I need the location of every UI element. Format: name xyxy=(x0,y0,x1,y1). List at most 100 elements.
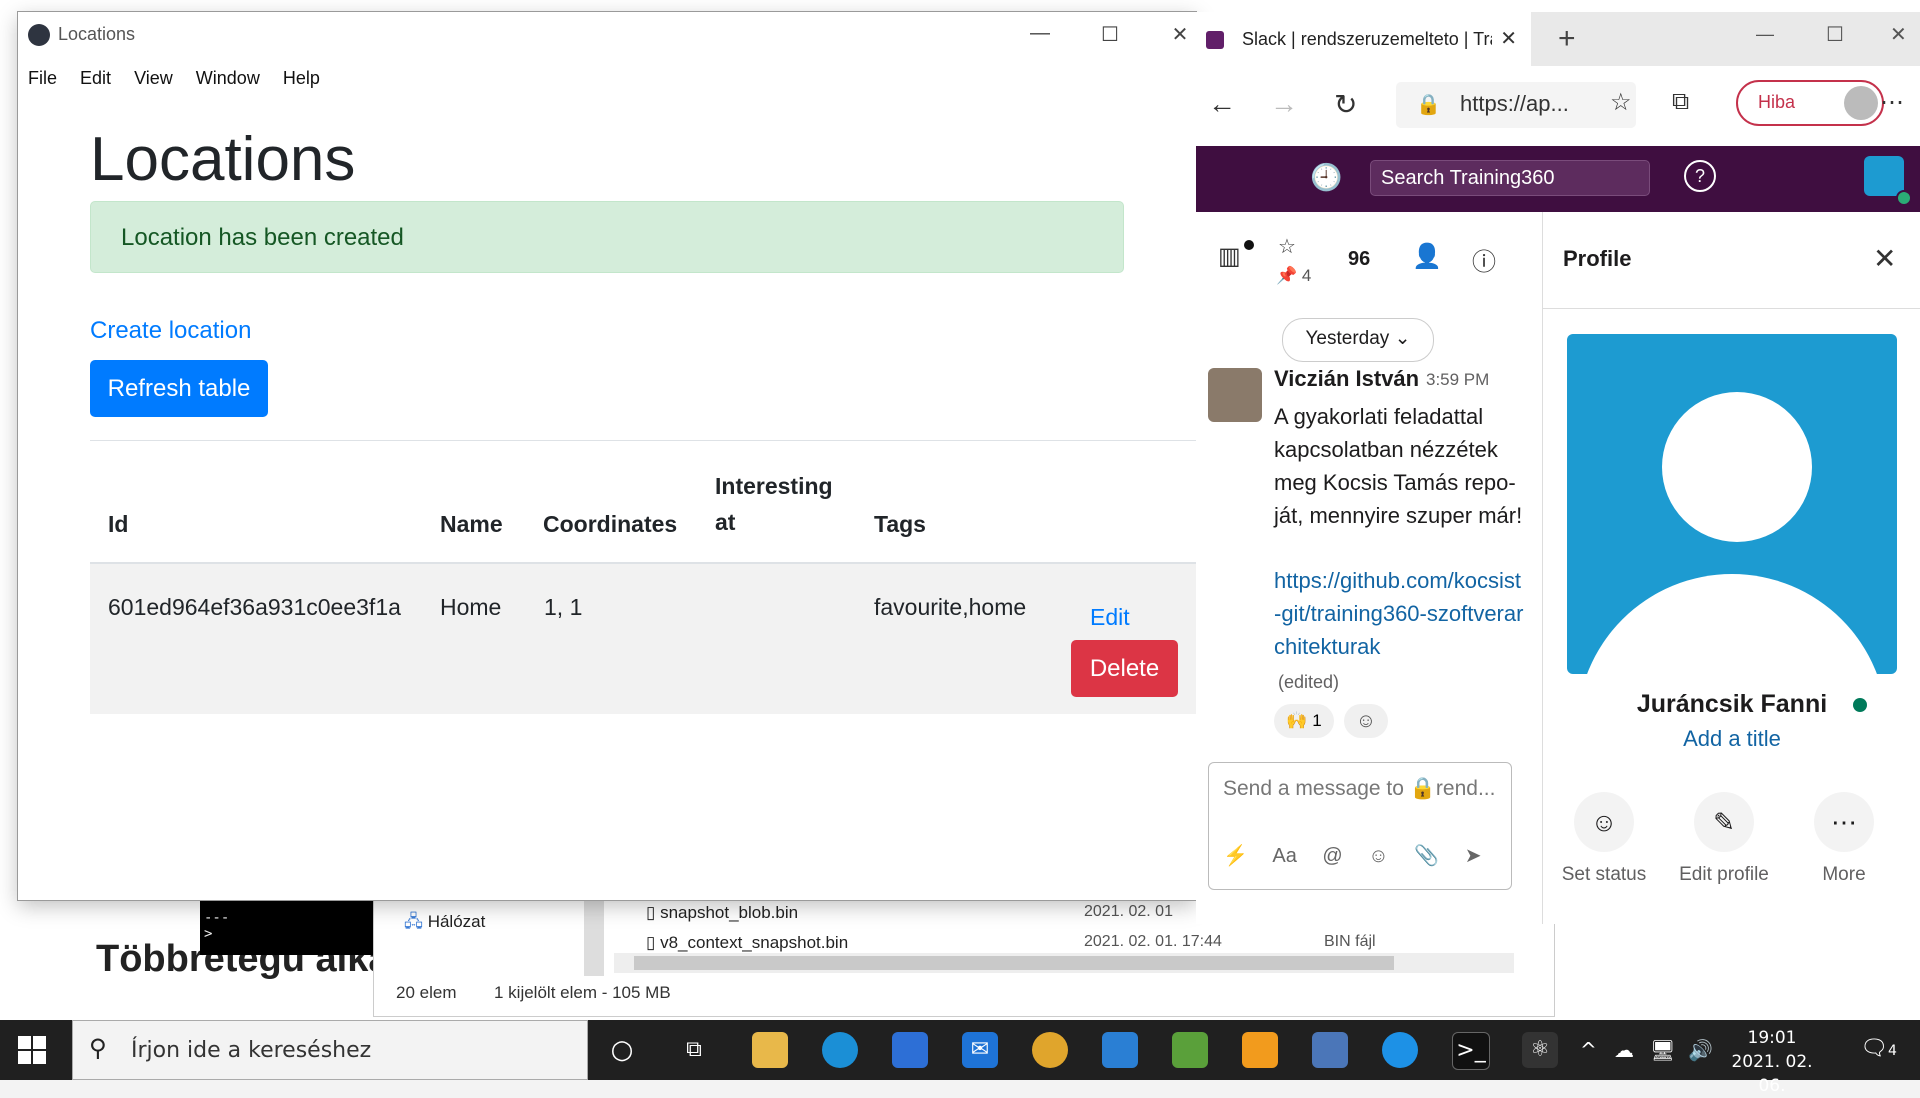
attach-icon[interactable]: 📎 xyxy=(1414,845,1439,867)
docker-icon[interactable] xyxy=(1382,1032,1418,1068)
virtualbox-icon[interactable] xyxy=(1242,1032,1278,1068)
pins-indicator[interactable]: 📌 4 xyxy=(1276,266,1311,286)
windows-start-icon[interactable] xyxy=(18,1036,46,1064)
tab-slack[interactable]: Slack | rendszeruzemelteto | Training360… xyxy=(1196,12,1531,66)
message-link[interactable]: https://github.com/kocsist-git/training3… xyxy=(1274,564,1524,663)
taskbar-search[interactable]: ⚲ Írjon ide a kereséshez xyxy=(72,1020,588,1080)
taskbar: ⚲ Írjon ide a kereséshez ○ ⧉ ✉ >_ ⚛ ^ ☁ … xyxy=(0,1020,1920,1096)
file-explorer-icon[interactable] xyxy=(752,1032,788,1068)
store-icon[interactable] xyxy=(892,1032,928,1068)
task-view-icon[interactable]: ⧉ xyxy=(676,1032,712,1068)
close-icon[interactable]: ✕ xyxy=(1873,242,1896,275)
user-avatar[interactable] xyxy=(1864,156,1904,196)
clock-date: 2021. 02. 06. xyxy=(1731,1052,1813,1096)
network-status-icon[interactable]: 🖥 xyxy=(1650,1038,1675,1062)
new-tab-icon[interactable]: + xyxy=(1558,22,1576,56)
canvas-icon[interactable]: ▥ xyxy=(1218,242,1241,271)
cortana-icon[interactable]: ○ xyxy=(604,1032,640,1068)
close-button[interactable]: ✕ xyxy=(1160,22,1200,47)
refresh-icon[interactable]: ↻ xyxy=(1334,88,1357,121)
browser-menu-icon[interactable]: ⋯ xyxy=(1880,88,1904,117)
clock[interactable]: 19:01 2021. 02. 06. xyxy=(1722,1026,1822,1098)
profile-photo[interactable] xyxy=(1567,334,1897,674)
minimize-button[interactable]: — xyxy=(1020,22,1060,45)
network-app-icon[interactable] xyxy=(1312,1032,1348,1068)
column-header-interesting-at-line2: at xyxy=(715,509,736,535)
back-icon[interactable]: ← xyxy=(1208,88,1236,120)
create-location-link[interactable]: Create location xyxy=(90,317,251,345)
address-bar[interactable]: 🔒 https://ap... xyxy=(1396,82,1636,128)
url-text: https://ap... xyxy=(1460,91,1569,116)
horizontal-scrollbar[interactable] xyxy=(614,953,1514,973)
profile-badge-label: Hiba xyxy=(1758,92,1796,112)
add-title-link[interactable]: Add a title xyxy=(1543,726,1920,752)
delete-button[interactable]: Delete xyxy=(1071,640,1178,697)
maximize-button[interactable]: ☐ xyxy=(1090,22,1130,47)
terminal-line: --- xyxy=(204,910,230,926)
status-selection: 1 kijelölt elem - 105 MB xyxy=(494,983,671,1002)
profile-panel-title: Profile xyxy=(1563,246,1632,271)
history-icon[interactable]: 🕘 xyxy=(1310,162,1342,193)
avatar-body-shape xyxy=(1577,574,1887,674)
nav-item-network[interactable]: 🖧 Hálózat xyxy=(404,909,485,938)
file-row[interactable]: ▯ v8_context_snapshot.bin xyxy=(646,933,848,953)
tray-chevron-icon[interactable]: ^ xyxy=(1580,1038,1597,1062)
emoji-icon[interactable]: ☺ xyxy=(1368,845,1388,867)
more-action[interactable]: ⋯ More xyxy=(1789,792,1899,886)
message-author[interactable]: Viczián István xyxy=(1274,366,1419,392)
message-composer[interactable]: Send a message to 🔒rend... ⚡ Aa @ ☺ 📎 ➤ xyxy=(1208,762,1512,890)
member-count[interactable]: 96 xyxy=(1348,248,1370,271)
menu-edit[interactable]: Edit xyxy=(80,68,111,89)
add-member-icon[interactable]: 👤 xyxy=(1412,242,1442,271)
browser-maximize-icon[interactable]: ☐ xyxy=(1826,22,1844,47)
file-row[interactable]: ▯ snapshot_blob.bin xyxy=(646,903,798,923)
set-status-action[interactable]: ☺ Set status xyxy=(1549,792,1659,886)
menu-help[interactable]: Help xyxy=(283,68,320,89)
app-titlebar[interactable]: Locations — ☐ ✕ xyxy=(18,12,1196,58)
message-author-avatar[interactable] xyxy=(1208,368,1262,422)
mail-icon[interactable]: ✉ xyxy=(962,1032,998,1068)
app-icon[interactable] xyxy=(1172,1032,1208,1068)
profile-error-badge[interactable]: Hiba xyxy=(1736,80,1884,126)
file-type: BIN fájl xyxy=(1324,933,1376,950)
mention-icon[interactable]: @ xyxy=(1322,845,1342,867)
channel-info-icon[interactable]: ⓘ xyxy=(1472,242,1496,277)
vscode-icon[interactable] xyxy=(1102,1032,1138,1068)
refresh-table-button[interactable]: Refresh table xyxy=(90,360,268,417)
volume-icon[interactable]: 🔊 xyxy=(1688,1038,1713,1062)
edit-profile-action[interactable]: ✎ Edit profile xyxy=(1669,792,1779,886)
shortcuts-icon[interactable]: ⚡ xyxy=(1223,845,1248,867)
pins-count: 4 xyxy=(1301,266,1312,285)
reaction-count: 1 xyxy=(1312,711,1322,730)
menu-file[interactable]: File xyxy=(28,68,57,89)
notification-center-icon[interactable]: 🗨4 xyxy=(1860,1036,1897,1061)
page-title: Locations xyxy=(90,125,356,194)
table-divider xyxy=(90,440,1196,441)
browser-close-icon[interactable]: ✕ xyxy=(1890,22,1907,47)
edge-icon[interactable] xyxy=(822,1032,858,1068)
chrome-icon[interactable] xyxy=(1032,1032,1068,1068)
column-header-name: Name xyxy=(440,511,503,537)
add-reaction-icon[interactable]: ☺ xyxy=(1344,704,1388,738)
favorite-star-icon[interactable]: ☆ xyxy=(1610,88,1632,117)
date-divider[interactable]: Yesterday ⌄ xyxy=(1282,318,1434,362)
slack-search-input[interactable]: Search Training360 xyxy=(1370,160,1650,196)
edit-link[interactable]: Edit xyxy=(1090,604,1130,631)
send-icon[interactable]: ➤ xyxy=(1465,845,1482,867)
browser-minimize-icon[interactable]: — xyxy=(1756,24,1774,45)
message-time[interactable]: 3:59 PM xyxy=(1426,370,1489,390)
menu-window[interactable]: Window xyxy=(196,68,260,89)
terminal-icon[interactable]: >_ xyxy=(1452,1032,1490,1070)
tab-close-icon[interactable]: ✕ xyxy=(1500,26,1517,51)
star-icon[interactable]: ☆ xyxy=(1278,234,1296,259)
collections-icon[interactable]: ⧉ xyxy=(1672,88,1689,116)
help-icon[interactable]: ? xyxy=(1684,160,1716,192)
scrollbar-thumb[interactable] xyxy=(634,956,1394,970)
composer-placeholder: Send a message to 🔒rend... xyxy=(1223,777,1496,800)
formatting-icon[interactable]: Aa xyxy=(1272,845,1296,867)
reaction-chip[interactable]: 🙌 1 xyxy=(1274,704,1334,738)
electron-taskbar-icon[interactable]: ⚛ xyxy=(1522,1032,1558,1068)
forward-icon[interactable]: → xyxy=(1270,88,1298,120)
onedrive-icon[interactable]: ☁ xyxy=(1614,1038,1634,1062)
menu-view[interactable]: View xyxy=(134,68,173,89)
